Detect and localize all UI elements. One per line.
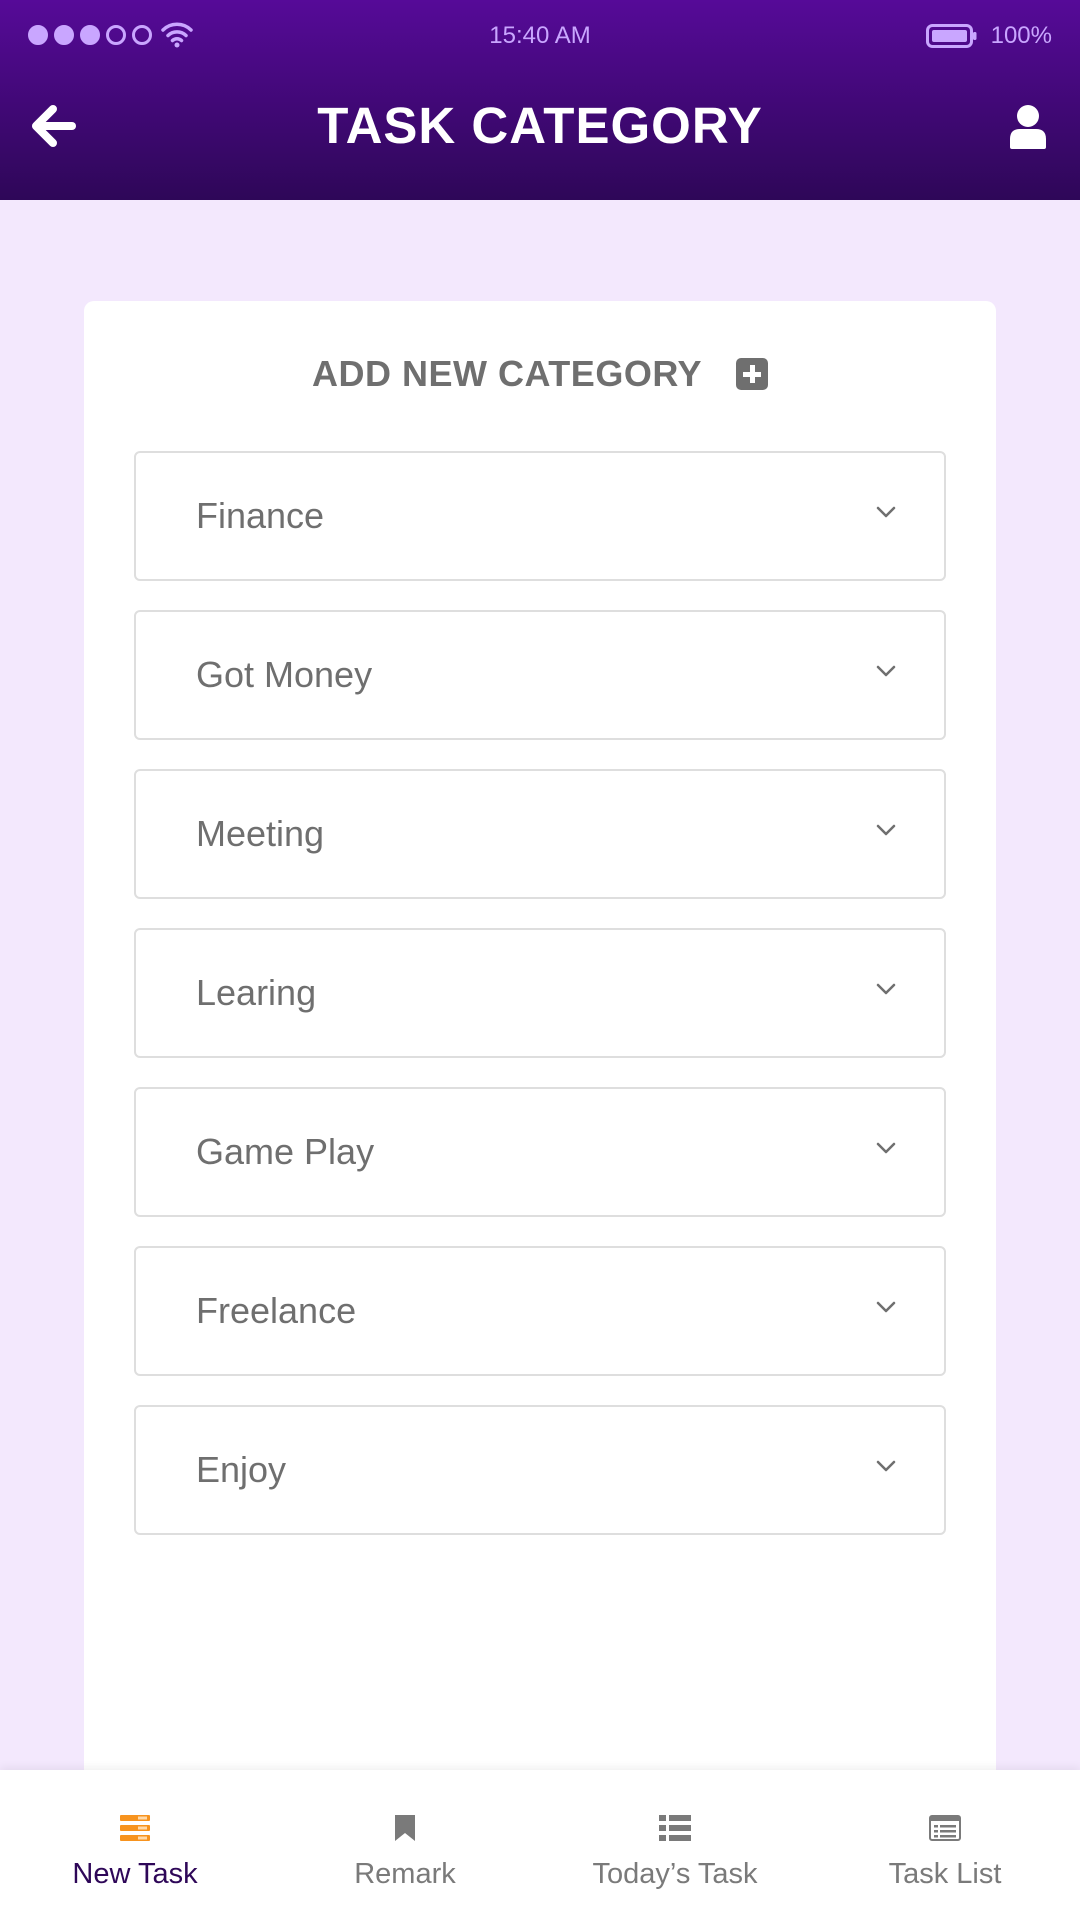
nav-item-remark[interactable]: Remark: [270, 1770, 540, 1920]
category-label: Got Money: [196, 654, 373, 695]
category-item-freelance[interactable]: Freelance: [134, 1246, 946, 1376]
user-icon: [1010, 105, 1046, 149]
chevron-down-icon: [876, 824, 896, 836]
category-label: Game Play: [196, 1131, 375, 1172]
nav-label: Remark: [354, 1858, 456, 1890]
battery-icon: [926, 24, 977, 48]
category-label: Meeting: [196, 813, 325, 854]
chevron-down-icon: [876, 1460, 896, 1472]
category-label: Enjoy: [196, 1449, 287, 1490]
category-card: ADD NEW CATEGORY Finance Got Money Meeti…: [84, 301, 996, 1801]
category-item-finance[interactable]: Finance: [134, 451, 946, 581]
add-new-category-button[interactable]: ADD NEW CATEGORY: [84, 353, 996, 395]
nav-label: Today’s Task: [592, 1858, 758, 1890]
page-title: TASK CATEGORY: [317, 97, 763, 154]
chevron-down-icon: [876, 506, 896, 518]
nav-item-new-task[interactable]: New Task: [0, 1770, 270, 1920]
list-icon: [659, 1812, 691, 1844]
nav-label: New Task: [72, 1858, 198, 1890]
bottom-navigation: New Task Remark Today’s Task Task List: [0, 1770, 1080, 1920]
category-label: Learing: [196, 972, 317, 1013]
chevron-down-icon: [876, 1142, 896, 1154]
category-label: Finance: [196, 495, 325, 536]
category-item-enjoy[interactable]: Enjoy: [134, 1405, 946, 1535]
new-task-icon: [120, 1812, 150, 1844]
status-bar: 15:40 AM 100%: [0, 0, 1080, 72]
nav-item-todays-task[interactable]: Today’s Task: [540, 1770, 810, 1920]
category-item-meeting[interactable]: Meeting: [134, 769, 946, 899]
nav-item-task-list[interactable]: Task List: [810, 1770, 1080, 1920]
nav-label: Task List: [888, 1858, 1002, 1890]
battery-percentage: 100%: [990, 22, 1052, 49]
category-item-learing[interactable]: Learing: [134, 928, 946, 1058]
add-new-category-label: ADD NEW CATEGORY: [312, 353, 702, 394]
category-label: Freelance: [196, 1290, 357, 1331]
category-list: Finance Got Money Meeting Learing Game P…: [134, 451, 946, 1564]
app-header: 15:40 AM 100% TASK CATEGORY: [0, 0, 1080, 200]
chevron-down-icon: [876, 665, 896, 677]
profile-button[interactable]: [998, 96, 1058, 156]
category-item-game-play[interactable]: Game Play: [134, 1087, 946, 1217]
chevron-down-icon: [876, 983, 896, 995]
task-list-icon: [929, 1812, 961, 1844]
bookmark-icon: [394, 1812, 416, 1844]
status-time: 15:40 AM: [489, 22, 591, 49]
plus-square-icon[interactable]: [736, 358, 768, 390]
chevron-down-icon: [876, 1301, 896, 1313]
category-item-got-money[interactable]: Got Money: [134, 610, 946, 740]
